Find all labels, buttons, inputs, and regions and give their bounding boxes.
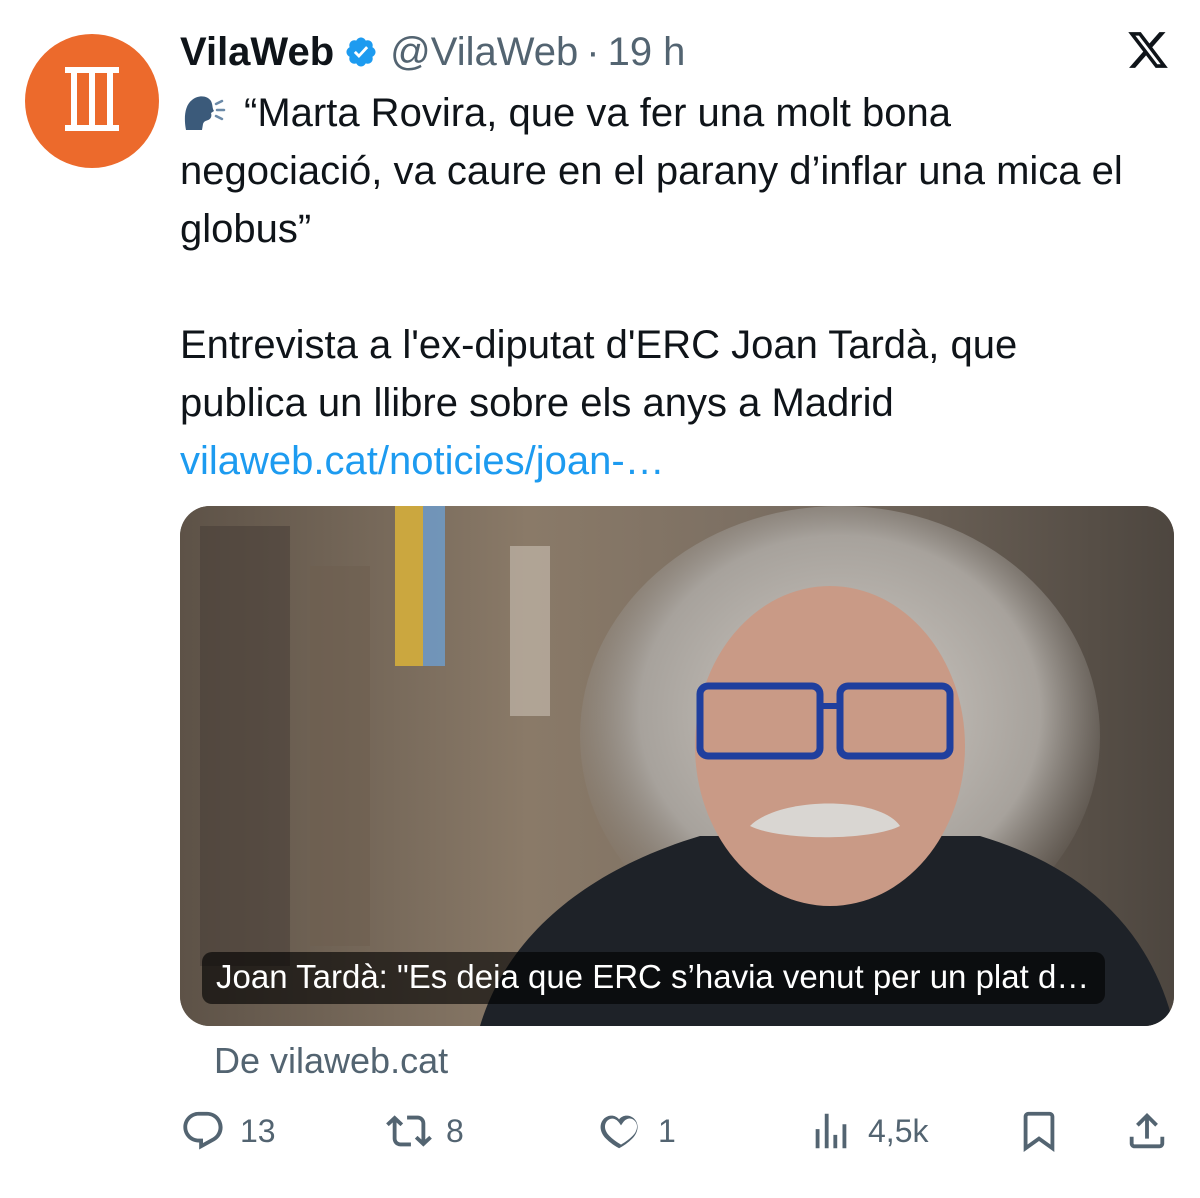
tweet-text: “Marta Rovira, que va fer una molt bona … bbox=[180, 84, 1140, 490]
retweet-icon bbox=[386, 1115, 432, 1147]
vilaweb-logo-icon bbox=[65, 67, 119, 131]
retweet-button[interactable]: 8 bbox=[386, 1108, 464, 1154]
bookmark-icon bbox=[1023, 1111, 1055, 1152]
share-icon bbox=[1129, 1112, 1165, 1149]
speaking-head-icon bbox=[180, 90, 226, 130]
share-button[interactable] bbox=[1124, 1108, 1170, 1154]
views-icon bbox=[815, 1113, 847, 1149]
link-card[interactable]: Joan Tardà: "Es deia que ERC s’havia ven… bbox=[180, 506, 1174, 1026]
tweet-quote-line: “Marta Rovira, que va fer una molt bona … bbox=[180, 84, 1140, 258]
views-button[interactable]: 4,5k bbox=[808, 1108, 928, 1154]
views-count: 4,5k bbox=[868, 1112, 929, 1149]
like-button[interactable]: 1 bbox=[598, 1108, 676, 1154]
quote-text: “Marta Rovira, que va fer una molt bona … bbox=[180, 91, 1123, 251]
x-logo-icon[interactable] bbox=[1126, 28, 1170, 72]
avatar[interactable] bbox=[25, 34, 159, 168]
retweet-count: 8 bbox=[446, 1112, 464, 1149]
display-name[interactable]: VilaWeb bbox=[180, 30, 334, 75]
article-photo bbox=[180, 506, 1174, 1026]
tweet-body: Entrevista a l'ex-diputat d'ERC Joan Tar… bbox=[180, 323, 1018, 425]
action-bar: 13 8 1 4,5k bbox=[180, 1108, 1172, 1164]
tweet-link[interactable]: vilaweb.cat/noticies/joan-… bbox=[180, 439, 665, 483]
separator: · bbox=[586, 29, 600, 74]
heart-icon bbox=[600, 1115, 638, 1149]
reply-count: 13 bbox=[240, 1112, 276, 1149]
handle[interactable]: @VilaWeb bbox=[390, 30, 578, 75]
timestamp[interactable]: 19 h bbox=[608, 30, 686, 75]
card-caption: Joan Tardà: "Es deia que ERC s’havia ven… bbox=[202, 952, 1106, 1004]
tweet-header: VilaWeb @VilaWeb · 19 h bbox=[180, 24, 685, 80]
card-source[interactable]: De vilaweb.cat bbox=[214, 1040, 448, 1082]
bookmark-button[interactable] bbox=[1016, 1108, 1062, 1154]
verified-badge-icon bbox=[344, 35, 378, 69]
reply-icon bbox=[183, 1111, 223, 1150]
reply-button[interactable]: 13 bbox=[180, 1108, 276, 1154]
like-count: 1 bbox=[658, 1112, 676, 1149]
